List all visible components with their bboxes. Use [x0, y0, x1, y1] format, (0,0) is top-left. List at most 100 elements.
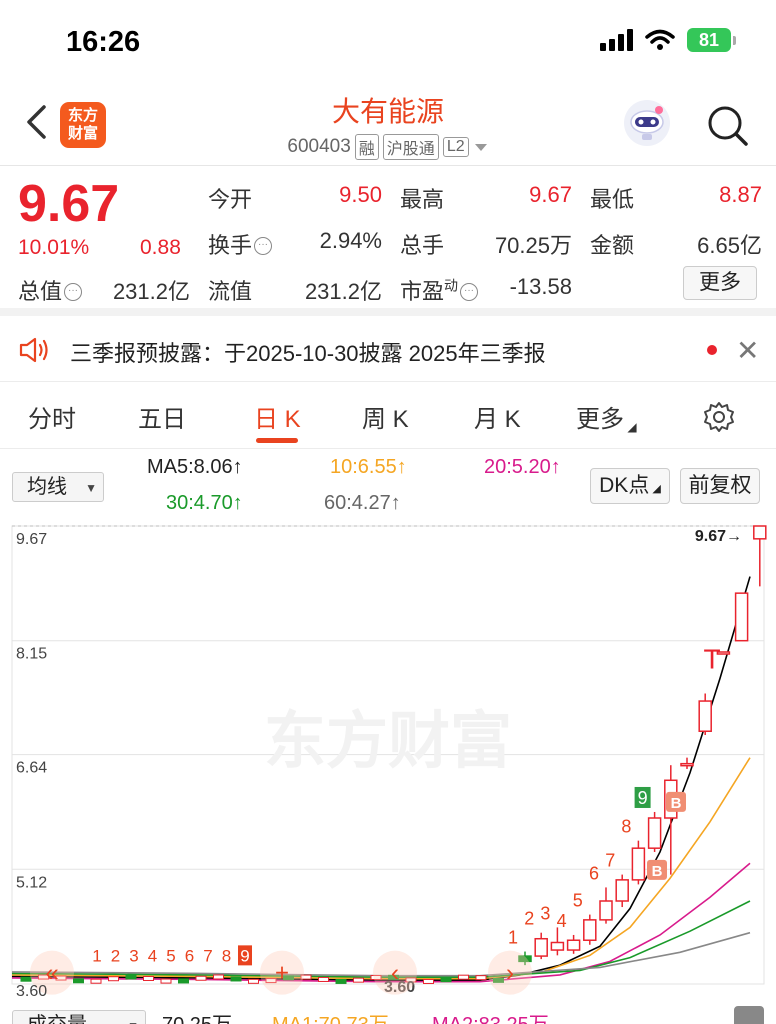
turnover-value: 2.94%: [319, 228, 382, 253]
ma-legend-row: 均线 ▼ MA5:8.06↑ 10:6.55↑ 20:5.20↑ 30:4.70↑…: [0, 450, 776, 522]
signal-label-right: 5: [573, 891, 583, 911]
signal-label-right: 2: [524, 909, 534, 929]
nav-arrow: «: [45, 960, 58, 987]
base-candle: [20, 976, 32, 982]
stock-code: 600403: [287, 136, 351, 157]
ma60-value: 60:4.27↑: [324, 492, 401, 514]
search-icon[interactable]: [706, 104, 750, 148]
speaker-icon: [19, 337, 48, 363]
signal-label-left: 9: [240, 946, 249, 965]
active-tab-indicator: [256, 438, 298, 443]
candle-body: [734, 592, 749, 642]
change-amount: 0.88: [140, 236, 181, 259]
status-time: 16:26: [66, 26, 141, 58]
candle-body: [680, 762, 694, 767]
pe-value: -13.58: [509, 274, 572, 299]
volume-ma1: MA1:70.73万: [272, 1008, 389, 1024]
status-icons: 81: [600, 28, 736, 52]
volume-value: 70.25万: [494, 233, 572, 258]
low-value: 8.87: [719, 182, 762, 207]
base-candle: [335, 978, 347, 984]
stock-header: 东方 财富 大有能源 600403 融 沪股通 L2: [0, 84, 776, 166]
top-mark: T: [703, 644, 720, 675]
tab-monthly-k[interactable]: 月 K: [474, 399, 521, 434]
dk-point-button[interactable]: DK点 ◢: [590, 468, 670, 504]
y-tick-label: 5.12: [16, 874, 47, 891]
base-candle: [230, 976, 242, 982]
tab-daily-k[interactable]: 日 K: [254, 399, 301, 434]
ma5-line: [11, 576, 751, 982]
turnover-label[interactable]: 换手 ···: [208, 228, 273, 260]
indicator-select[interactable]: 均线 ▼: [12, 472, 104, 502]
tab-five-day[interactable]: 五日: [138, 399, 186, 434]
open-value: 9.50: [339, 182, 382, 207]
base-candle: [440, 977, 452, 983]
more-fields-button[interactable]: 更多: [683, 266, 757, 300]
ma5-value: MA5:8.06↑: [147, 456, 243, 478]
notice-bar[interactable]: 三季报预披露：于2025-10-30披露 2025年三季报 ✕: [0, 316, 776, 382]
base-candle: [178, 978, 189, 984]
robot-assistant-icon[interactable]: [624, 100, 670, 146]
signal-label-left: 2: [111, 946, 120, 965]
base-candle: [143, 975, 154, 981]
candle-body: [550, 941, 565, 951]
y-tick-label: 9.67: [16, 531, 47, 548]
nav-arrow: +: [275, 960, 289, 987]
candle-body: [753, 525, 767, 540]
base-candle: [423, 978, 434, 984]
open-label: 今开: [208, 187, 253, 212]
base-candle: [73, 978, 84, 984]
tab-intraday[interactable]: 分时: [28, 399, 76, 434]
y-tick-label: 8.15: [16, 646, 47, 663]
kline-chart[interactable]: 东方财富 123456789123456789BBT9.67→3.60«+‹› …: [0, 522, 776, 1000]
base-candle: [248, 978, 259, 984]
wifi-icon: [645, 29, 675, 50]
signal-label-left: 5: [166, 946, 175, 965]
buy-mark-label: B: [671, 795, 682, 812]
collapse-icon[interactable]: [734, 1006, 764, 1024]
signal-label-right: 1: [508, 928, 518, 948]
candle-body: [599, 900, 613, 921]
y-tick-label: 3.60: [16, 983, 47, 1000]
buy-mark-label: B: [652, 863, 663, 880]
info-icon[interactable]: ···: [254, 237, 273, 255]
tab-more[interactable]: 更多 ◢: [576, 399, 637, 434]
gear-icon[interactable]: [703, 401, 735, 433]
quote-panel: 9.67 10.01% 0.88 今开 9.50 最高 9.67 最低 8.87…: [0, 166, 776, 316]
ma10-value: 10:6.55↑: [330, 456, 407, 478]
candle-body: [534, 937, 548, 957]
connect-tag: 沪股通: [382, 134, 439, 160]
current-price: 9.67: [18, 175, 120, 233]
unread-dot-icon: [707, 345, 717, 355]
high-label: 最高: [400, 187, 445, 212]
ma-lines: [11, 576, 751, 983]
notice-text: 三季报预披露：于2025-10-30披露 2025年三季报: [70, 341, 546, 366]
volume-ma2: MA2:83.25万: [432, 1008, 549, 1024]
pe-label[interactable]: 市盈动 ···: [400, 274, 479, 306]
margin-tag: 融: [354, 134, 379, 160]
tab-weekly-k[interactable]: 周 K: [362, 399, 409, 434]
volume-legend-row: 成交量▼ 70.25万 MA1:70.73万 MA2:83.25万: [0, 1002, 776, 1024]
chart-tabs: 分时 五日 日 K 周 K 月 K 更多 ◢: [0, 383, 776, 449]
signal-label-right: 4: [557, 911, 567, 931]
close-icon[interactable]: ✕: [736, 334, 759, 367]
base-candle: [213, 974, 224, 980]
base-candle: [160, 978, 172, 984]
signal-label-right: 7: [605, 851, 615, 871]
dropdown-triangle-icon[interactable]: [473, 141, 489, 153]
mktcap-label[interactable]: 总值 ···: [18, 274, 83, 306]
mktcap-value: 231.2亿: [112, 279, 190, 304]
base-candle: [195, 975, 207, 981]
nav-arrow: ‹: [391, 960, 399, 987]
amount-value: 6.65亿: [697, 233, 762, 258]
volume-indicator-select[interactable]: 成交量▼: [12, 1010, 146, 1024]
info-icon[interactable]: ···: [64, 283, 83, 301]
chart-watermark: 东方财富: [264, 707, 512, 776]
signal-label-left: 7: [203, 946, 212, 965]
signal-label-right: 9: [638, 788, 648, 808]
candle-body: [647, 817, 662, 849]
info-icon[interactable]: ···: [460, 283, 479, 301]
forward-adjust-button[interactable]: 前复权: [680, 468, 760, 504]
base-candle: [90, 978, 102, 984]
high-value: 9.67: [529, 182, 572, 207]
